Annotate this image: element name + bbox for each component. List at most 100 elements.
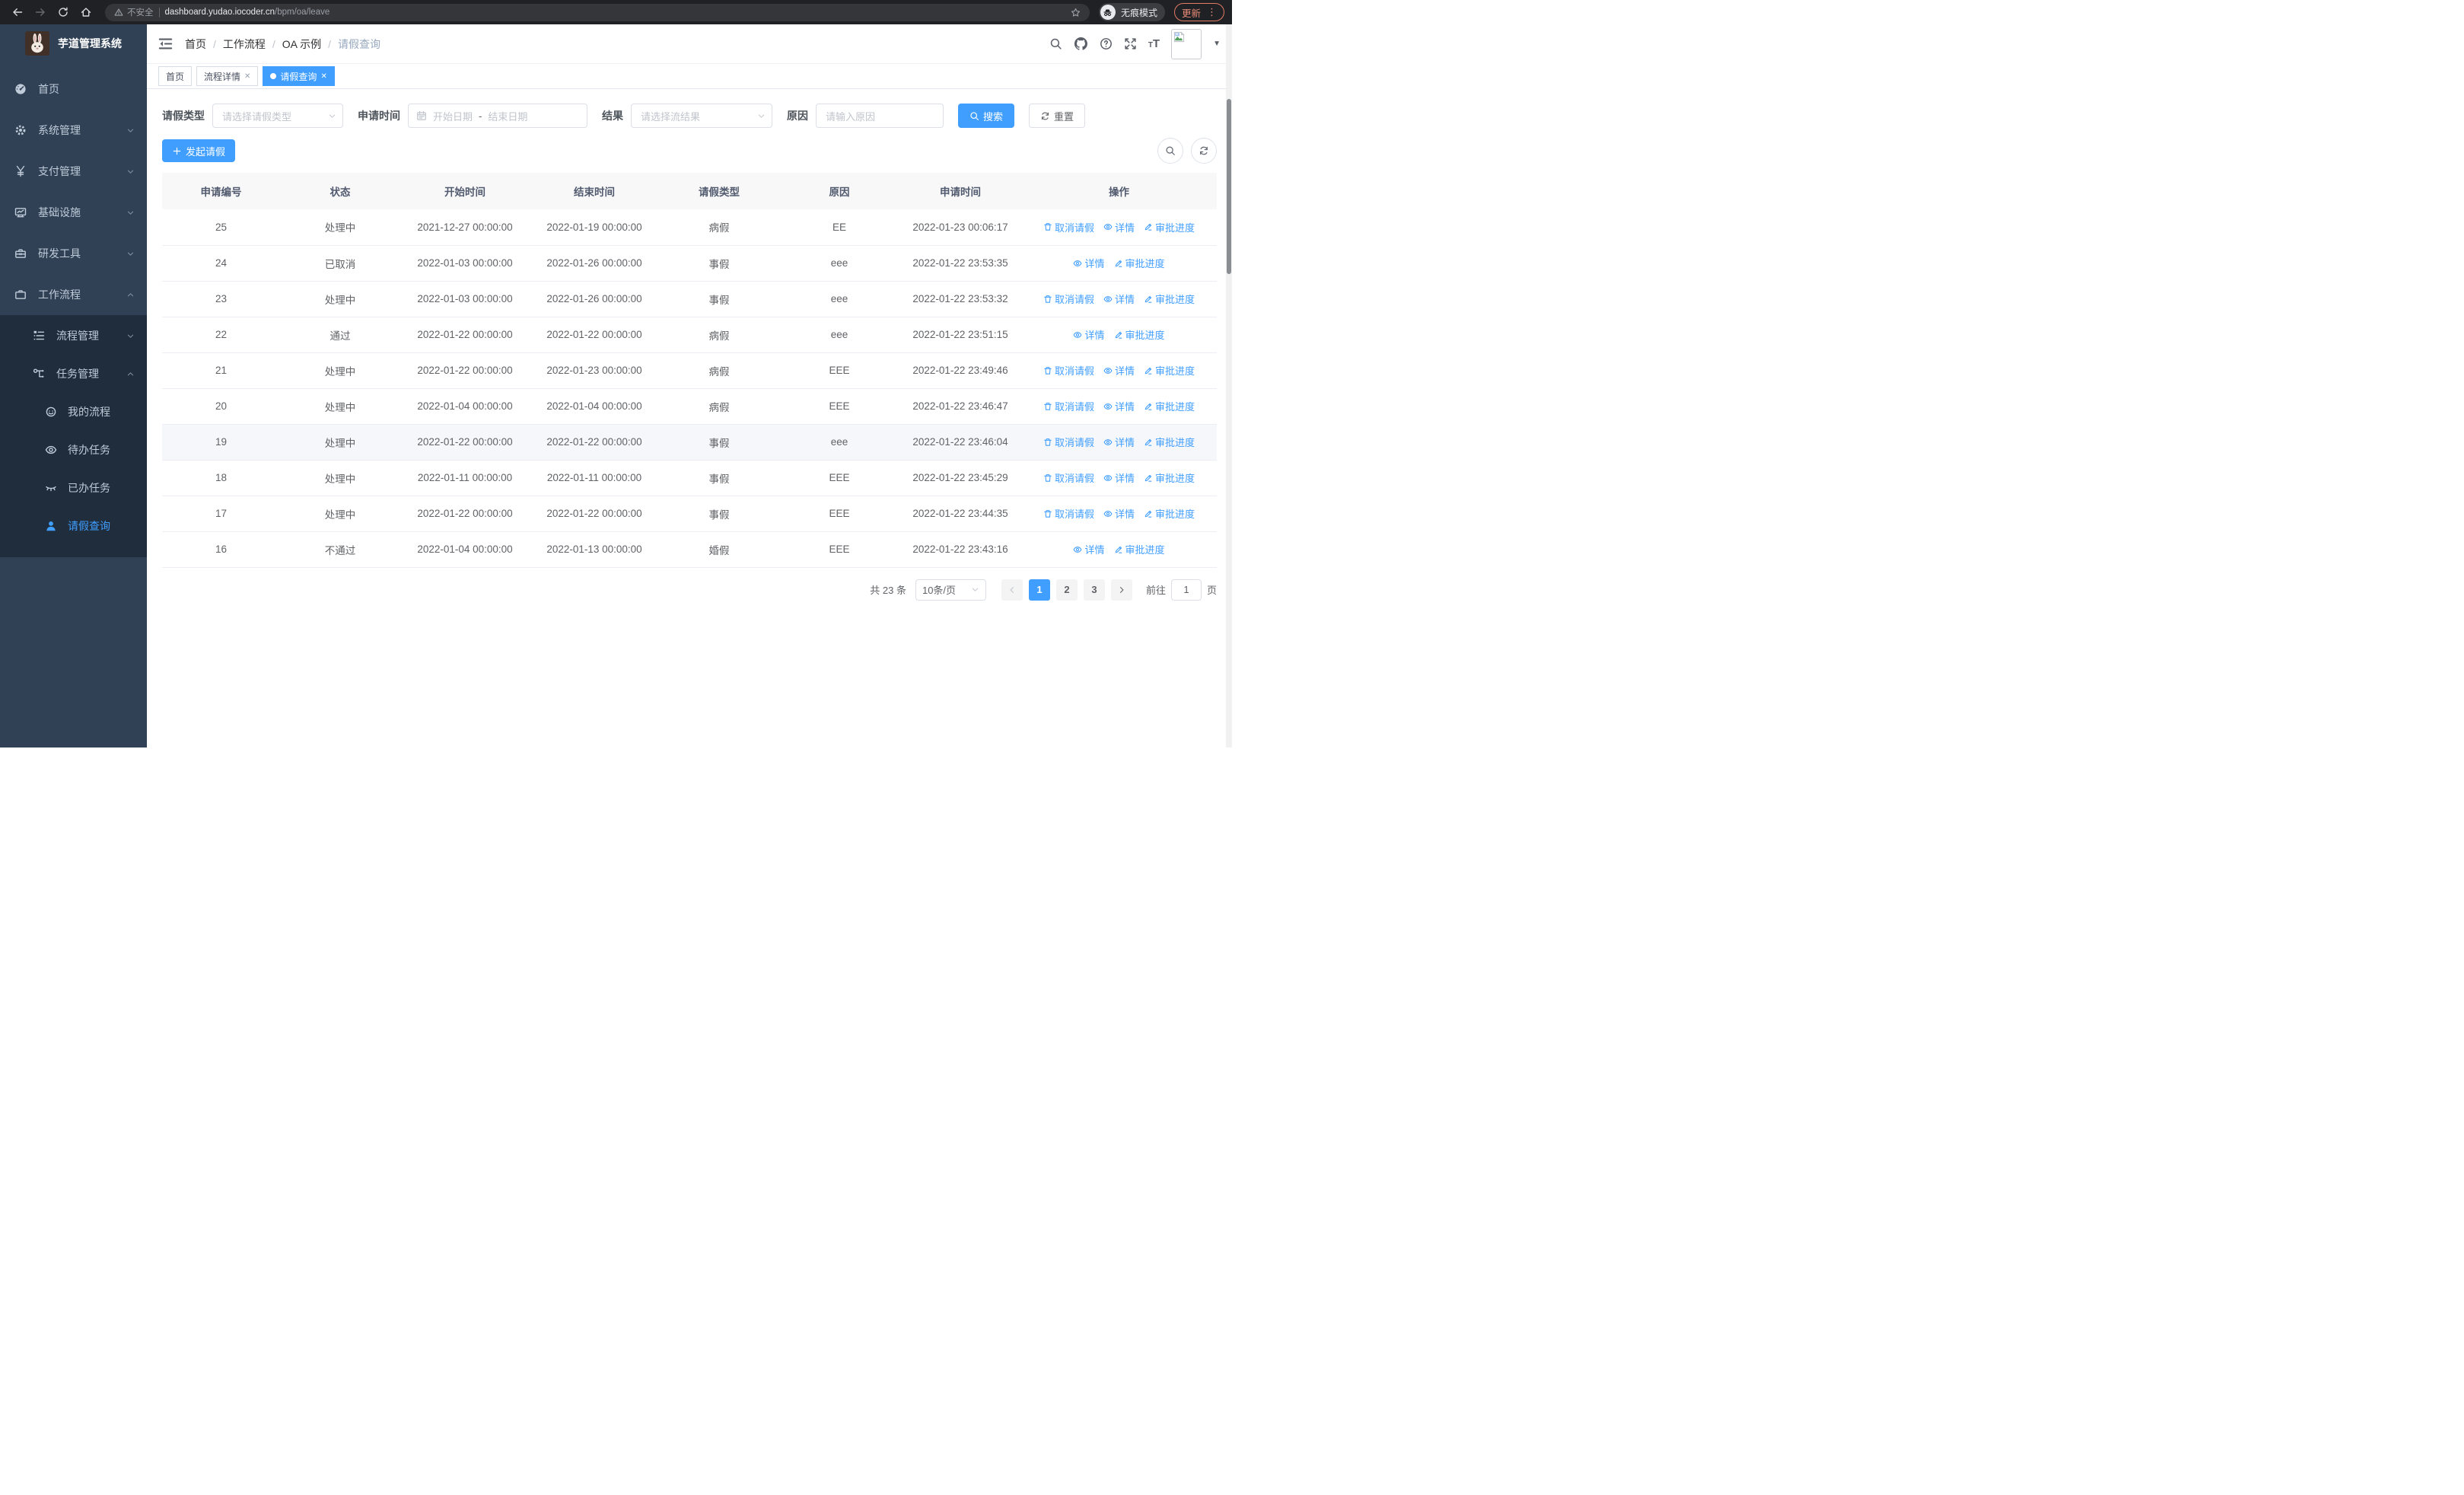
tab-请假查询[interactable]: 请假查询 ✕	[263, 66, 335, 86]
table-row[interactable]: 19 处理中 2022-01-22 00:00:00 2022-01-22 00:00…	[162, 424, 1217, 461]
progress-action-link[interactable]: 审批进度	[1144, 435, 1195, 449]
apply-time-range-picker[interactable]: 开始日期 - 结束日期	[408, 104, 587, 128]
goto-page-input[interactable]	[1170, 579, 1202, 601]
cell-actions: 详情 审批进度	[1021, 531, 1217, 568]
table-row[interactable]: 25 处理中 2021-12-27 00:00:00 2022-01-19 00:00…	[162, 209, 1217, 246]
cell-actions: 详情 审批进度	[1021, 245, 1217, 282]
table-row[interactable]: 17 处理中 2022-01-22 00:00:00 2022-01-22 00:00…	[162, 496, 1217, 532]
sidebar-item-首页[interactable]: 首页	[0, 69, 147, 110]
tab-close-icon[interactable]: ✕	[244, 72, 250, 81]
progress-action-link[interactable]: 审批进度	[1114, 542, 1165, 556]
user-avatar[interactable]	[1171, 28, 1202, 59]
pagination: 共 23 条 10条/页 123 前往 页	[162, 579, 1217, 601]
sidebar-item-支付管理[interactable]: 支付管理	[0, 151, 147, 192]
sidebar-item-流程管理[interactable]: 流程管理	[0, 317, 147, 355]
reason-input[interactable]: 请输入原因	[816, 104, 944, 128]
tab-首页[interactable]: 首页	[158, 66, 193, 86]
cancel-action-link[interactable]: 取消请假	[1043, 363, 1094, 378]
cancel-action-link[interactable]: 取消请假	[1043, 470, 1094, 485]
cancel-action-link[interactable]: 取消请假	[1043, 506, 1094, 521]
detail-action-link[interactable]: 详情	[1103, 220, 1135, 234]
security-status[interactable]: 不安全	[114, 6, 154, 18]
sidebar-item-研发工具[interactable]: 研发工具	[0, 233, 147, 274]
detail-action-link[interactable]: 详情	[1073, 256, 1105, 270]
refresh-table-button[interactable]	[1191, 138, 1217, 164]
address-bar[interactable]: 不安全 dashboard.yudao.iocoder.cn/bpm/oa/le…	[105, 3, 1090, 21]
cancel-action-link[interactable]: 取消请假	[1043, 292, 1094, 306]
help-icon[interactable]	[1100, 37, 1113, 50]
sidebar-menu: 首页系统管理支付管理 基础设施研发工具工作流程 流程管理 任务管理 我的流程 待办任务 已办…	[0, 69, 147, 557]
header-search-icon[interactable]	[1049, 37, 1062, 50]
sidebar-item-待办任务[interactable]: 待办任务	[0, 431, 147, 469]
progress-action-link[interactable]: 审批进度	[1114, 256, 1165, 270]
avatar-caret-icon[interactable]: ▼	[1213, 40, 1221, 48]
create-leave-button[interactable]: 发起请假	[162, 139, 236, 162]
browser-home-button[interactable]	[76, 2, 96, 22]
table-row[interactable]: 23 处理中 2022-01-03 00:00:00 2022-01-26 00:00…	[162, 281, 1217, 317]
scrollbar-thumb[interactable]	[1227, 99, 1231, 274]
browser-menu-icon[interactable]: ⋮	[1207, 6, 1217, 18]
detail-action-link[interactable]: 详情	[1103, 506, 1135, 521]
prev-page-button[interactable]	[1001, 579, 1023, 601]
progress-action-link[interactable]: 审批进度	[1144, 292, 1195, 306]
page-size-select[interactable]: 10条/页	[915, 579, 986, 601]
refresh-icon	[1040, 111, 1050, 121]
cancel-action-link[interactable]: 取消请假	[1043, 435, 1094, 449]
detail-action-link[interactable]: 详情	[1073, 327, 1105, 342]
search-button[interactable]: 搜索	[958, 104, 1015, 128]
detail-action-link[interactable]: 详情	[1073, 542, 1105, 556]
progress-action-link[interactable]: 审批进度	[1144, 220, 1195, 234]
next-page-button[interactable]	[1110, 579, 1132, 601]
sidebar-fold-icon[interactable]	[158, 37, 173, 51]
sidebar-item-请假查询[interactable]: 请假查询	[0, 507, 147, 545]
sidebar-item-我的流程[interactable]: 我的流程	[0, 393, 147, 431]
detail-action-link[interactable]: 详情	[1103, 292, 1135, 306]
progress-action-link[interactable]: 审批进度	[1144, 363, 1195, 378]
sidebar-item-基础设施[interactable]: 基础设施	[0, 192, 147, 233]
table-row[interactable]: 18 处理中 2022-01-11 00:00:00 2022-01-11 00:00…	[162, 460, 1217, 496]
detail-action-link[interactable]: 详情	[1103, 435, 1135, 449]
sidebar-item-已办任务[interactable]: 已办任务	[0, 469, 147, 507]
page-button-3[interactable]: 3	[1083, 579, 1105, 601]
tab-close-icon[interactable]: ✕	[320, 72, 326, 81]
tab-流程详情[interactable]: 流程详情 ✕	[196, 66, 259, 86]
sidebar-logo[interactable]: 芋道管理系统	[0, 24, 147, 62]
sidebar-item-系统管理[interactable]: 系统管理	[0, 110, 147, 151]
detail-action-link[interactable]: 详情	[1103, 363, 1135, 378]
cancel-action-link[interactable]: 取消请假	[1043, 220, 1094, 234]
page-button-1[interactable]: 1	[1028, 579, 1050, 601]
browser-reload-button[interactable]	[53, 2, 73, 22]
table-row[interactable]: 22 通过 2022-01-22 00:00:00 2022-01-22 00:00:…	[162, 317, 1217, 353]
font-size-icon[interactable]: TT	[1148, 37, 1160, 50]
fullscreen-icon[interactable]	[1124, 37, 1137, 50]
toggle-search-button[interactable]	[1157, 138, 1183, 164]
table-row[interactable]: 20 处理中 2022-01-04 00:00:00 2022-01-04 00:00…	[162, 388, 1217, 425]
page-scrollbar[interactable]	[1226, 24, 1232, 748]
detail-action-link[interactable]: 详情	[1103, 399, 1135, 413]
progress-action-link[interactable]: 审批进度	[1144, 470, 1195, 485]
browser-update-button[interactable]: 更新 ⋮	[1173, 3, 1224, 21]
breadcrumb-item[interactable]: 首页	[185, 37, 206, 52]
leave-type-select[interactable]: 请选择请假类型	[212, 104, 343, 128]
result-select[interactable]: 请选择流结果	[631, 104, 772, 128]
table-row[interactable]: 24 已取消 2022-01-03 00:00:00 2022-01-26 00:00…	[162, 245, 1217, 282]
github-icon[interactable]	[1074, 37, 1088, 51]
sidebar-item-label: 研发工具	[38, 247, 81, 260]
bookmark-star-icon[interactable]	[1071, 8, 1081, 18]
breadcrumb-item[interactable]: OA 示例	[282, 37, 321, 52]
progress-action-link[interactable]: 审批进度	[1144, 506, 1195, 521]
progress-action-link[interactable]: 审批进度	[1144, 399, 1195, 413]
cancel-action-link[interactable]: 取消请假	[1043, 399, 1094, 413]
browser-back-button[interactable]	[8, 2, 27, 22]
page-button-2[interactable]: 2	[1055, 579, 1078, 601]
detail-action-link[interactable]: 详情	[1103, 470, 1135, 485]
table-row[interactable]: 16 不通过 2022-01-04 00:00:00 2022-01-13 00:00…	[162, 531, 1217, 568]
table-row[interactable]: 21 处理中 2022-01-22 00:00:00 2022-01-23 00:00…	[162, 352, 1217, 389]
browser-forward-button[interactable]	[30, 2, 50, 22]
sidebar-item-工作流程[interactable]: 工作流程	[0, 274, 147, 315]
reset-button[interactable]: 重置	[1029, 104, 1086, 128]
sidebar-item-label: 系统管理	[38, 124, 81, 136]
breadcrumb-item[interactable]: 工作流程	[223, 37, 266, 52]
progress-action-link[interactable]: 审批进度	[1114, 327, 1165, 342]
sidebar-item-任务管理[interactable]: 任务管理	[0, 355, 147, 393]
